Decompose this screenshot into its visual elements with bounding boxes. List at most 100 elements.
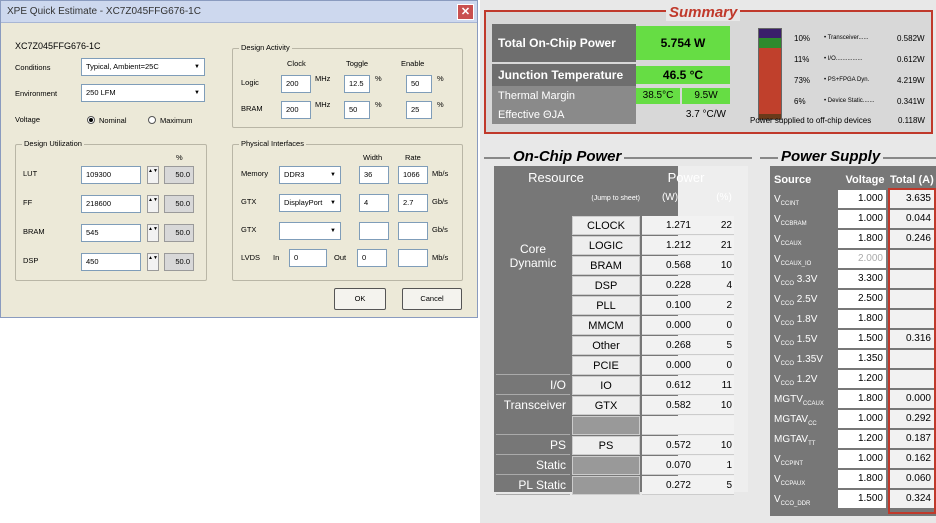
resource-jump-button[interactable]: DSP: [572, 276, 640, 295]
supply-total: 3.635: [890, 190, 934, 208]
resource-jump-button[interactable]: PLL: [572, 296, 640, 315]
supply-source-tail: 3.3V: [794, 274, 818, 285]
resource-pct: 10: [694, 256, 734, 275]
resource-watts: 0.572: [642, 436, 694, 455]
interface-width-input[interactable]: 36: [359, 166, 389, 184]
conditions-select[interactable]: Typical, Ambient=25C ▼: [81, 58, 205, 76]
spinner[interactable]: ▲▼: [147, 253, 159, 271]
supply-source-sub: CCINT: [780, 201, 800, 207]
chevron-down-icon[interactable]: ▼: [328, 225, 338, 237]
resource-jump-button[interactable]: GTX: [572, 396, 640, 415]
voltage-maximum-radio[interactable]: [148, 116, 156, 124]
supply-voltage: 3.300: [838, 270, 886, 288]
supply-source: VCCAUX_IO: [774, 250, 834, 269]
resource-watts: 0.272: [642, 476, 694, 495]
supply-total: 0.000: [890, 390, 934, 408]
summary-row-label: Thermal Margin: [492, 86, 636, 106]
interface-rate-input[interactable]: [398, 222, 428, 240]
pct-header: %: [176, 153, 183, 162]
cancel-button[interactable]: Cancel: [402, 288, 462, 310]
chevron-down-icon[interactable]: ▼: [328, 197, 338, 209]
resource-jump-button[interactable]: BRAM: [572, 256, 640, 275]
utilization-value-input[interactable]: 109300: [81, 166, 141, 184]
resource-jump-button[interactable]: [572, 456, 640, 475]
dialog-title-bar[interactable]: XPE Quick Estimate - XC7Z045FFG676-1C ✕: [1, 1, 477, 23]
resource-jump-button[interactable]: Other: [572, 336, 640, 355]
supply-source-base: V: [774, 234, 781, 245]
voltage-maximum-label: Maximum: [160, 116, 193, 125]
chevron-down-icon[interactable]: ▼: [192, 87, 202, 99]
utilization-value-input[interactable]: 545: [81, 224, 141, 242]
lvds-rate-input[interactable]: [398, 249, 428, 267]
resource-jump-button[interactable]: LOGIC: [572, 236, 640, 255]
supply-total: 0.246: [890, 230, 934, 248]
interface-width-input[interactable]: [359, 222, 389, 240]
legend-pct: 10%: [794, 34, 811, 43]
total-header: Total (A): [890, 174, 934, 186]
chevron-down-icon[interactable]: ▼: [192, 61, 202, 73]
jump-to-sheet: (Jump to sheet): [591, 195, 640, 202]
activity-clock-input[interactable]: 200: [281, 75, 311, 93]
utilization-value-input[interactable]: 218600: [81, 195, 141, 213]
supply-total: [890, 270, 934, 288]
activity-enable-input[interactable]: 25: [406, 101, 432, 119]
supply-voltage: 1.500: [838, 490, 886, 508]
supply-source: MGTVCCAUX: [774, 390, 834, 409]
resource-jump-button[interactable]: MMCM: [572, 316, 640, 335]
supply-source-tail: 1.35V: [794, 354, 823, 365]
ok-button[interactable]: OK: [334, 288, 386, 310]
supply-source-sub: TT: [808, 441, 816, 447]
lvds-in-input[interactable]: 0: [289, 249, 327, 267]
supply-total: [890, 350, 934, 368]
utilization-pct: 50.0: [164, 224, 194, 242]
supply-source-base: MGTV: [774, 394, 803, 405]
supply-source-sub: CCO: [780, 381, 795, 387]
interface-rate-input[interactable]: 1066: [398, 166, 428, 184]
summary-row-label: Total On-Chip Power: [492, 24, 636, 62]
interface-rate-input[interactable]: 2.7: [398, 194, 428, 212]
spinner[interactable]: ▲▼: [147, 195, 159, 213]
summary-row-value: 46.5 °C: [636, 66, 730, 84]
summary-row-label: Effective ΘJA: [492, 106, 636, 124]
activity-clock-input[interactable]: 200: [281, 101, 311, 119]
supply-total: 0.316: [890, 330, 934, 348]
resource-jump-button[interactable]: PS: [572, 436, 640, 455]
chevron-down-icon[interactable]: ▼: [328, 169, 338, 181]
spinner[interactable]: ▲▼: [147, 166, 159, 184]
environment-select[interactable]: 250 LFM ▼: [81, 84, 205, 102]
activity-enable-input[interactable]: 50: [406, 75, 432, 93]
lvds-out-input[interactable]: 0: [357, 249, 387, 267]
supply-source-sub: CCAUX: [802, 401, 824, 407]
resource-pct: 22: [694, 216, 734, 235]
interface-width-input[interactable]: 4: [359, 194, 389, 212]
interface-select[interactable]: DisplayPort ▼: [279, 194, 341, 212]
toggle-header: Toggle: [346, 59, 369, 68]
supply-source-tail: 2.5V: [794, 294, 818, 305]
supply-source-sub: CCO: [780, 281, 795, 287]
supply-source-base: V: [774, 294, 781, 305]
utilization-row-label: BRAM: [23, 227, 45, 236]
supply-source-base: MGTAV: [774, 434, 809, 445]
activity-row-label: Logic: [241, 78, 259, 87]
pct-header-onchip: (%): [716, 192, 732, 203]
interface-select[interactable]: ▼: [279, 222, 341, 240]
activity-toggle-input[interactable]: 50: [344, 101, 370, 119]
spinner[interactable]: ▲▼: [147, 224, 159, 242]
supply-source-sub: CCO: [780, 361, 795, 367]
resource-jump-button[interactable]: IO: [572, 376, 640, 395]
supply-source: VCCO 2.5V: [774, 290, 834, 309]
resource-jump-button[interactable]: CLOCK: [572, 216, 640, 235]
supply-voltage: 1.350: [838, 350, 886, 368]
resource-jump-button[interactable]: PCIE: [572, 356, 640, 375]
activity-toggle-input[interactable]: 12.5: [344, 75, 370, 93]
interface-select[interactable]: DDR3 ▼: [279, 166, 341, 184]
voltage-nominal-radio[interactable]: [87, 116, 95, 124]
resource-jump-button[interactable]: [572, 476, 640, 495]
close-icon[interactable]: ✕: [457, 4, 474, 20]
resource-jump-button[interactable]: [572, 416, 640, 435]
supply-source: VCCAUX: [774, 230, 834, 249]
utilization-value-input[interactable]: 450: [81, 253, 141, 271]
physical-interfaces-group: Physical Interfaces: [232, 139, 463, 281]
legend-watts: 0.582W: [897, 34, 925, 43]
quick-estimate-dialog: XPE Quick Estimate - XC7Z045FFG676-1C ✕ …: [0, 0, 478, 318]
